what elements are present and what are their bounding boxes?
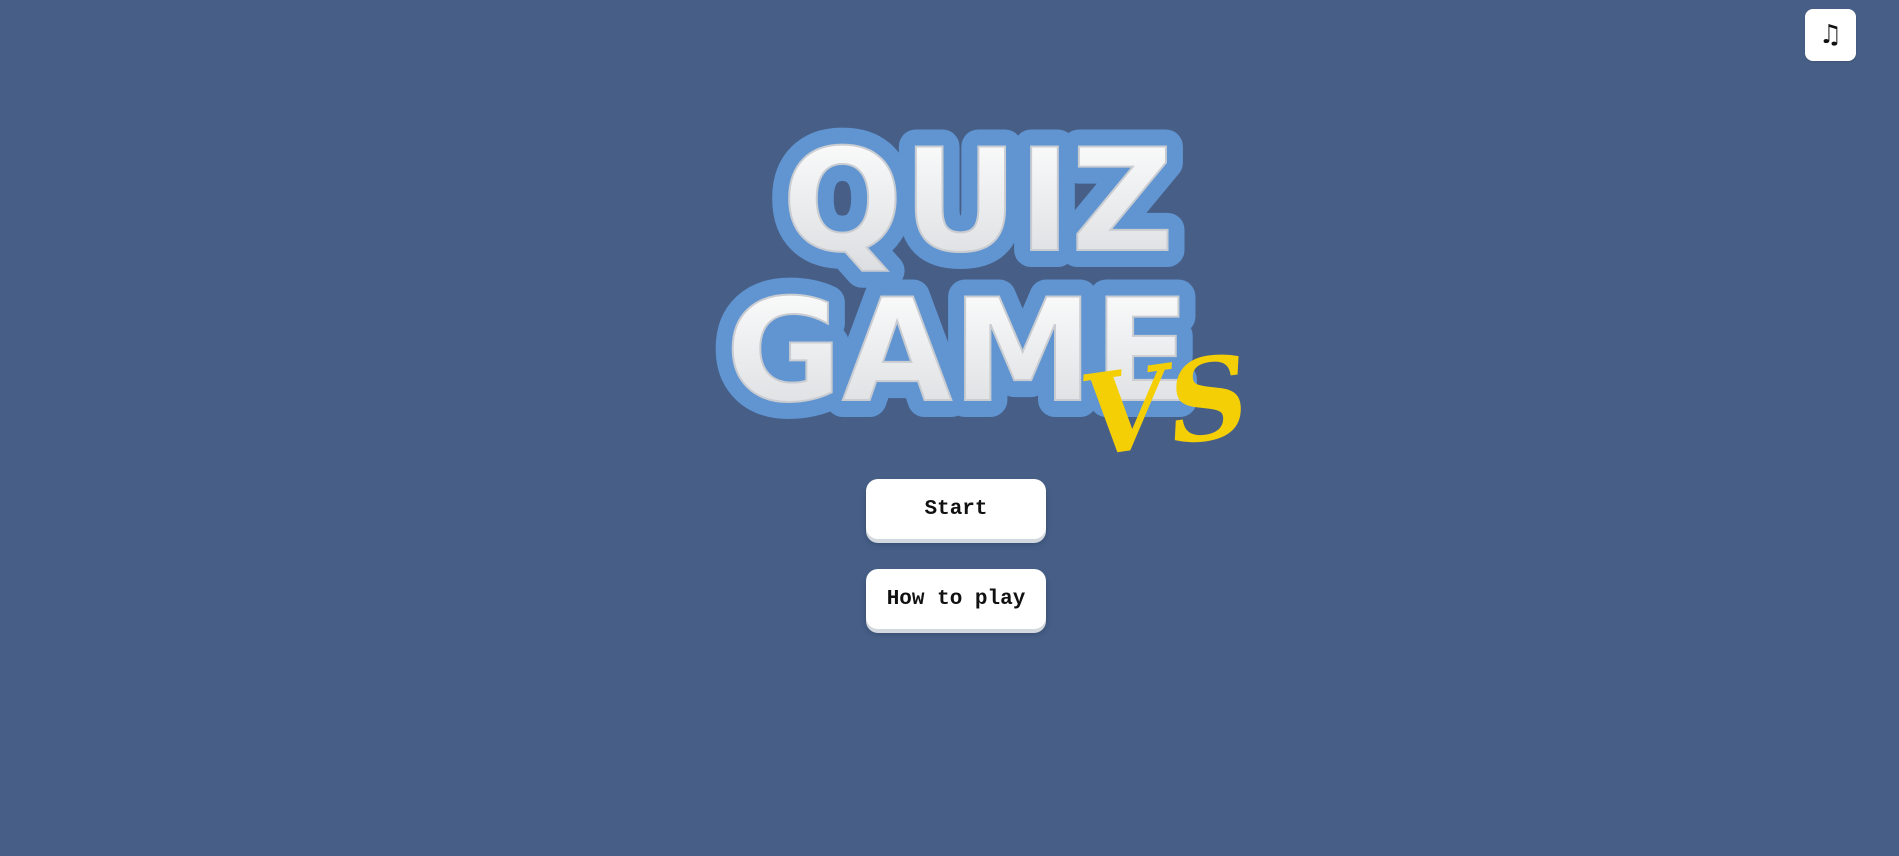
music-note-icon: ♫ [1818,20,1843,50]
logo-vs-text: VS [1073,330,1257,483]
music-toggle-button[interactable]: ♫ [1805,9,1856,61]
game-logo: QUIZ QUIZ GAME GAME VS [678,102,1258,483]
logo-quiz-text: QUIZ [782,119,1174,284]
start-button[interactable]: Start [866,479,1046,539]
how-to-play-button[interactable]: How to play [866,569,1046,629]
